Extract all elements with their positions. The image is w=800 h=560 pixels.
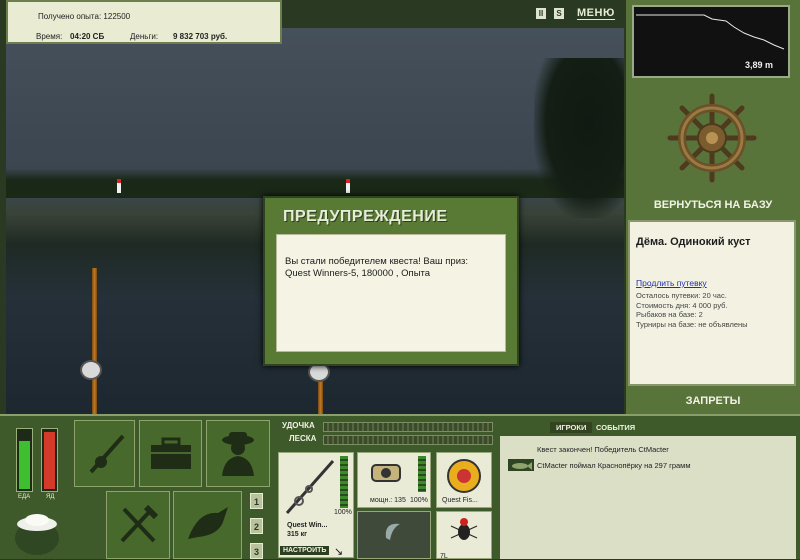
rod-tension-bar	[323, 422, 493, 432]
experience-row: Получено опыта: 122500	[38, 12, 130, 21]
food-meter	[16, 428, 33, 492]
rod-icon	[285, 460, 335, 514]
rod-condition: 100%	[334, 509, 352, 516]
tab-players[interactable]: ИГРОКИ	[550, 422, 593, 433]
tournaments-status: Турниры на базе: не объявлены	[636, 320, 748, 329]
setup-button[interactable]: НАСТРОИТЬ	[280, 546, 330, 555]
sound-button[interactable]: S	[554, 8, 564, 19]
fish-tile[interactable]	[173, 491, 242, 559]
rod-reel-icon	[89, 434, 124, 473]
dialog-body	[276, 234, 506, 352]
tree-right	[534, 58, 624, 218]
fisherman-icon	[222, 431, 254, 476]
permit-remaining: Осталось путевки: 20 час.	[636, 291, 727, 300]
experience-value: 122500	[103, 12, 131, 21]
slot-button-2[interactable]: 2	[250, 518, 263, 534]
base-name: Дёма. Одинокий куст	[636, 236, 751, 248]
ship-wheel-icon[interactable]	[666, 92, 758, 184]
reel-condition: 100%	[410, 497, 428, 504]
extend-permit-link[interactable]: Продлить путевку	[636, 278, 707, 288]
event-item: CtMacter поймал Краснопёрку на 297 грамм	[537, 461, 691, 470]
food-tile[interactable]	[106, 491, 170, 559]
line-name: Quest Fis...	[442, 497, 478, 504]
tree-line	[6, 168, 624, 198]
fish-event-icon	[508, 459, 534, 471]
menu-button[interactable]: МЕНЮ	[577, 7, 615, 20]
lure-slot[interactable]	[436, 511, 492, 559]
bait-insect-icon	[450, 518, 478, 540]
bait-pot-icon[interactable]	[12, 508, 62, 556]
float-2	[346, 179, 350, 193]
bans-button[interactable]: ЗАПРЕТЫ	[628, 395, 798, 407]
reel-power: мощн.: 135	[370, 497, 406, 504]
fish-icon	[187, 507, 228, 539]
experience-label: Получено опыта:	[38, 12, 102, 21]
rod-1[interactable]	[92, 268, 97, 414]
event-item: Квест закончен! Победитель CtMacter	[537, 445, 669, 454]
dialog-message-line1: Вы стали победителем квеста! Ваш приз:	[285, 256, 469, 267]
reel-1	[80, 360, 102, 380]
poison-fill	[44, 432, 55, 489]
line-spool-icon	[447, 459, 481, 493]
events-tab-bar	[500, 420, 796, 436]
food-label: ЕДА	[18, 494, 31, 500]
food-fill	[19, 441, 30, 489]
poison-meter	[41, 428, 58, 492]
reel-condition-bar	[418, 456, 426, 492]
dialog-message-line2: Quest Winners-5, 180000 , Опыта	[285, 268, 431, 279]
reel-icon	[371, 464, 401, 482]
slot-button-3[interactable]: 3	[250, 543, 263, 559]
events-log	[500, 436, 796, 559]
clothing-tile[interactable]	[206, 420, 270, 487]
hook-slot[interactable]	[357, 511, 431, 559]
anglers-count: Рыбаков на базе: 2	[636, 310, 703, 319]
time-label: Время:	[36, 32, 63, 41]
return-to-base-button[interactable]: ВЕРНУТЬСЯ НА БАЗУ	[628, 199, 798, 211]
money-value: 9 832 703 руб.	[173, 32, 228, 41]
rod-name: Quest Win...	[287, 522, 328, 529]
arrow-icon: ↘	[334, 546, 344, 558]
rod-condition-bar	[340, 456, 348, 508]
tackle-box-icon	[150, 437, 191, 469]
time-value: 04:20 СБ	[70, 32, 105, 41]
depth-value: 3,89 m	[745, 60, 774, 70]
day-cost: Стоимость дня: 4 000 руб.	[636, 301, 728, 310]
knife-fork-icon	[120, 504, 159, 543]
tab-events[interactable]: СОБЫТИЯ	[596, 423, 635, 432]
poison-label: ЯД	[46, 494, 55, 500]
line-label: ЛЕСКА	[289, 434, 317, 443]
float-1	[117, 179, 121, 193]
rod-label: УДОЧКА	[282, 421, 315, 430]
dialog-title: ПРЕДУПРЕЖДЕНИЕ	[283, 208, 448, 225]
rod-weight: 315 кг	[287, 531, 308, 538]
pause-button[interactable]: II	[536, 8, 546, 19]
dialog-message: Вы стали победителем квеста! Ваш приз: Q…	[285, 256, 505, 280]
slot-button-1[interactable]: 1	[250, 493, 263, 509]
hook-icon	[385, 523, 400, 540]
rods-tile[interactable]	[74, 420, 135, 487]
money-label: Деньги:	[130, 32, 159, 41]
stats-panel: Получено опыта: 122500 Время: 04:20 СБ Д…	[6, 0, 282, 44]
line-tension-bar	[323, 435, 493, 445]
tackle-box-tile[interactable]	[139, 420, 202, 487]
